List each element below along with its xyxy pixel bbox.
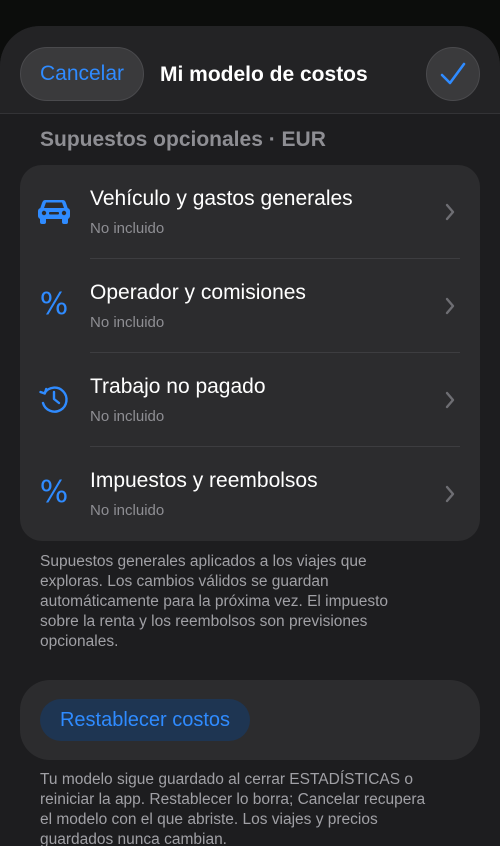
reset-costs-label: Restablecer costos: [59, 708, 231, 731]
list-item-operator[interactable]: % Operador y comisiones No incluido: [20, 259, 480, 353]
reset-costs-button[interactable]: Restablecer costos: [40, 699, 250, 741]
chevron-right-icon: [445, 297, 455, 315]
list-item-label: Operador y comisiones: [90, 281, 306, 304]
list-item-taxes[interactable]: % Impuestos y reembolsos No incluido: [20, 447, 480, 541]
list-item-label: Impuestos y reembolsos: [90, 469, 318, 492]
list-item-label: Vehículo y gastos generales: [90, 187, 353, 210]
cancel-button-label: Cancelar: [39, 62, 125, 85]
percent-icon: %: [39, 287, 69, 322]
cost-model-sheet: Cancelar Mi modelo de costos Supuestos o…: [0, 26, 500, 846]
section-title: Supuestos opcionales · EUR: [40, 128, 326, 151]
cancel-button[interactable]: Cancelar: [20, 47, 144, 101]
clock-history-icon: [36, 381, 72, 417]
percent-icon: %: [39, 475, 69, 510]
reset-footnote: Tu modelo sigue guardado al cerrar ESTAD…: [40, 771, 426, 846]
page-title: Mi modelo de costos: [160, 63, 368, 86]
confirm-button[interactable]: [426, 47, 480, 101]
assumptions-list: Vehículo y gastos generales No incluido …: [20, 165, 480, 541]
chevron-right-icon: [445, 391, 455, 409]
list-item-status: No incluido: [90, 408, 165, 425]
reset-section: Restablecer costos: [20, 680, 480, 760]
list-item-label: Trabajo no pagado: [90, 375, 266, 398]
checkmark-icon: [440, 62, 466, 85]
list-item-status: No incluido: [90, 314, 165, 331]
list-item-status: No incluido: [90, 502, 165, 519]
chevron-right-icon: [445, 203, 455, 221]
assumptions-footnote: Supuestos generales aplicados a los viaj…: [40, 553, 389, 650]
navigation-bar: Cancelar Mi modelo de costos: [0, 26, 500, 114]
list-item-status: No incluido: [90, 220, 165, 237]
car-icon: [36, 193, 72, 229]
list-item-unpaid-work[interactable]: Trabajo no pagado No incluido: [20, 353, 480, 447]
chevron-right-icon: [445, 485, 455, 503]
list-item-vehicle[interactable]: Vehículo y gastos generales No incluido: [20, 165, 480, 259]
